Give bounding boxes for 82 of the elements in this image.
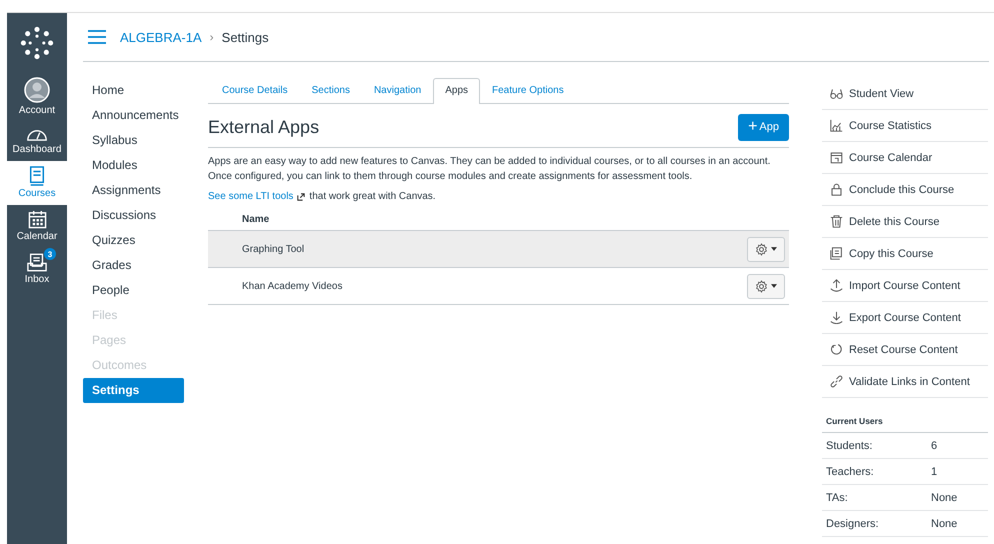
- course-action-link[interactable]: Export Course Content: [822, 302, 988, 334]
- settings-tab[interactable]: Sections: [300, 78, 362, 103]
- add-app-button[interactable]: +App: [738, 114, 789, 140]
- course-action-link[interactable]: Reset Course Content: [822, 334, 988, 366]
- course-nav-item[interactable]: Home: [83, 78, 184, 103]
- external-link-icon: [297, 192, 306, 200]
- calendar-icon: [28, 210, 46, 229]
- column-header: Name: [242, 214, 270, 225]
- settings-tab[interactable]: Navigation: [362, 78, 434, 103]
- trash-icon: [830, 215, 843, 228]
- import-icon: [830, 279, 843, 292]
- course-nav-item[interactable]: Quizzes: [83, 228, 184, 253]
- global-nav-item[interactable]: Account: [7, 72, 67, 122]
- breadcrumb-current: Settings: [222, 30, 269, 44]
- course-action-link[interactable]: Course Calendar: [822, 142, 988, 174]
- global-nav-label: Courses: [18, 188, 56, 199]
- lti-text: that work great with Canvas.: [309, 191, 436, 202]
- global-nav-label: Dashboard: [12, 144, 62, 155]
- avatar-icon: [24, 77, 50, 103]
- copy-icon: [830, 247, 843, 260]
- stats-icon: [830, 119, 843, 132]
- user-count: None: [931, 518, 958, 530]
- course-action-link[interactable]: Import Course Content: [822, 270, 988, 302]
- settings-tab[interactable]: Course Details: [210, 78, 300, 103]
- course-nav-item[interactable]: Grades: [83, 253, 184, 278]
- calendar-icon: [830, 151, 843, 164]
- app-row[interactable]: Graphing Tool: [208, 231, 789, 268]
- course-nav-item[interactable]: Announcements: [83, 103, 184, 128]
- lock-icon: [830, 183, 843, 196]
- global-nav-item[interactable]: Calendar: [7, 205, 67, 248]
- app-name: Graphing Tool: [242, 244, 304, 254]
- user-count: None: [931, 492, 958, 504]
- user-role: Teachers:: [826, 466, 875, 478]
- reset-icon: [830, 343, 843, 356]
- menu-icon[interactable]: [88, 30, 106, 44]
- course-nav-item[interactable]: Assignments: [83, 178, 184, 203]
- global-nav-item[interactable]: Courses: [7, 161, 67, 205]
- breadcrumb-link[interactable]: ALGEBRA-1A: [120, 30, 202, 44]
- logo-icon[interactable]: [20, 26, 54, 60]
- caret-icon: [771, 247, 777, 251]
- user-count: 1: [931, 466, 938, 478]
- course-action-link[interactable]: Delete this Course: [822, 206, 988, 238]
- course-nav-item[interactable]: Modules: [83, 153, 184, 178]
- current-users-heading: Current Users: [822, 398, 988, 433]
- unread-badge: 3: [44, 248, 56, 260]
- global-nav-item[interactable]: 3 Inbox: [7, 248, 67, 291]
- settings-icon: [755, 242, 768, 256]
- course-action-link[interactable]: Student View: [822, 78, 988, 110]
- user-role: TAs:: [826, 492, 849, 504]
- course-nav-item[interactable]: Syllabus: [83, 128, 184, 153]
- inbox-icon: [27, 253, 47, 272]
- app-name: Khan Academy Videos: [242, 280, 342, 292]
- global-nav-item[interactable]: Dashboard: [7, 122, 67, 161]
- export-icon: [830, 311, 843, 324]
- settings-tab[interactable]: Apps: [433, 78, 480, 104]
- course-nav-item[interactable]: Settings: [83, 378, 184, 403]
- settings-menu-button[interactable]: [747, 274, 785, 298]
- lti-tools-link[interactable]: See some LTI tools: [208, 191, 294, 202]
- book-icon: [28, 166, 46, 186]
- course-action-link[interactable]: Course Statistics: [822, 110, 988, 142]
- global-nav-label: Account: [18, 105, 56, 116]
- course-action-link[interactable]: Copy this Course: [822, 238, 988, 270]
- global-nav-label: Calendar: [16, 231, 58, 242]
- global-nav-label: Inbox: [24, 274, 50, 285]
- glasses-icon: [830, 87, 843, 100]
- course-action-link[interactable]: Validate Links in Content: [822, 366, 988, 398]
- user-role: Designers:: [826, 518, 880, 530]
- settings-menu-button[interactable]: [747, 236, 785, 262]
- settings-icon: [755, 280, 768, 292]
- course-nav-item[interactable]: Discussions: [83, 203, 184, 228]
- user-count: 6: [931, 440, 938, 452]
- page-heading: External Apps: [208, 116, 320, 138]
- settings-tab[interactable]: Feature Options: [480, 78, 576, 103]
- course-action-link[interactable]: Conclude this Course: [822, 174, 988, 206]
- breadcrumb-separator: ›: [210, 30, 214, 44]
- course-nav-item[interactable]: People: [83, 278, 184, 303]
- description-text: Apps are an easy way to add new features to Canvas. They can be added to individual courses, or to all courses in an account. Once configured, you can link to them through course modules and create assignments for assessment tools.: [208, 155, 772, 184]
- link-icon: [830, 375, 843, 388]
- user-role: Students:: [826, 440, 874, 452]
- caret-icon: [771, 284, 777, 288]
- app-row[interactable]: Khan Academy Videos: [208, 268, 789, 305]
- gauge-icon: [26, 127, 48, 142]
